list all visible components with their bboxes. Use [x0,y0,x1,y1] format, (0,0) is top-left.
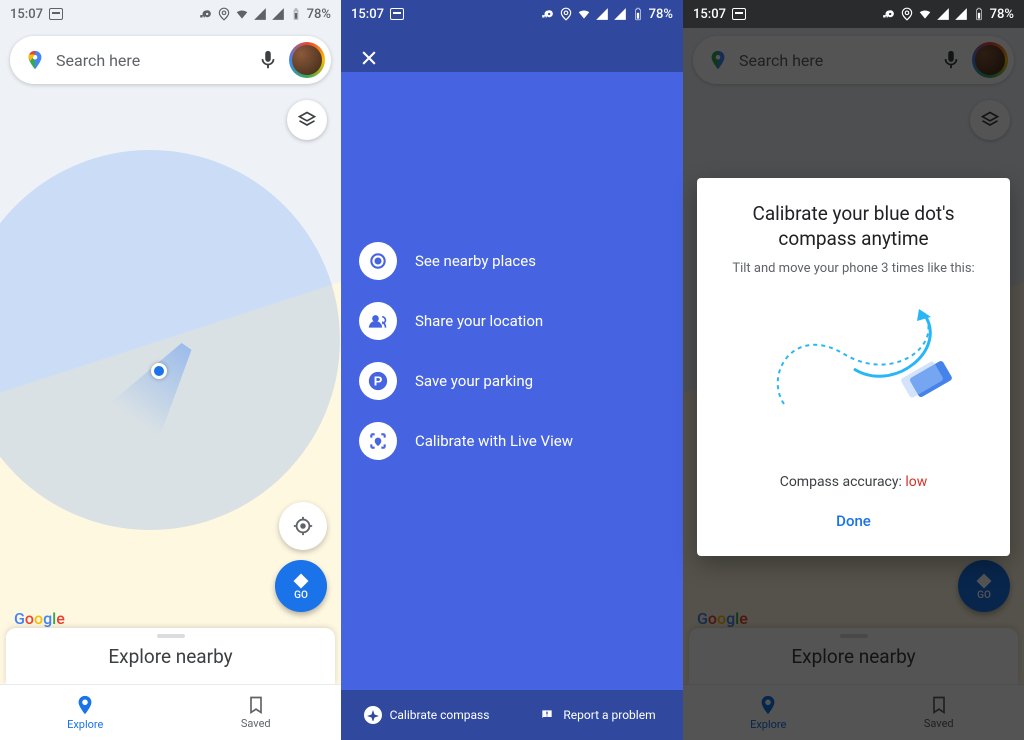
nav-explore[interactable]: Explore [0,685,171,740]
layers-icon [297,110,317,130]
crosshair-icon [292,515,314,537]
nav-saved-label: Saved [241,717,271,730]
signal-icon-2 [271,7,285,21]
compass-icon [364,706,382,724]
blue-dot[interactable] [151,363,167,379]
status-battery: 78% [649,7,673,22]
directions-icon [292,572,310,590]
menu-see-nearby[interactable]: See nearby places [359,242,665,280]
footer-calibrate-compass[interactable]: Calibrate compass [341,706,512,724]
location-icon [217,7,231,21]
wifi-icon [577,7,591,21]
go-directions-button[interactable]: GO [275,560,327,612]
nav-explore-label: Explore [67,718,103,731]
screen-calibrate-dialog: Search here GO Google Explore nearby Exp… [683,0,1024,740]
search-placeholder: Search here [56,51,257,70]
status-bar: 15:07 78% [0,0,341,28]
share-location-icon [359,302,397,340]
status-icons: 78% [199,7,331,22]
news-icon [390,8,404,20]
blue-dot-menu-list: See nearby places Share your location P … [341,242,683,482]
layers-button[interactable] [287,100,327,140]
signal-icon-2 [613,7,627,21]
menu-item-label: Save your parking [415,372,533,390]
accuracy-row: Compass accuracy: low [715,474,992,490]
status-bar: 15:07 78% [341,0,683,28]
battery-icon [631,7,645,21]
news-icon [732,8,746,20]
nearby-places-icon [359,242,397,280]
vpn-key-icon [199,7,213,21]
status-time: 15:07 [10,7,43,22]
parking-icon: P [359,362,397,400]
wifi-icon [235,7,249,21]
footer-label: Report a problem [563,708,655,722]
status-icons: 78% [541,7,673,22]
battery-icon [289,7,303,21]
footer-label: Calibrate compass [390,708,490,722]
my-location-button[interactable] [279,502,327,550]
calibrate-dialog: Calibrate your blue dot's compass anytim… [697,178,1010,556]
menu-item-label: Calibrate with Live View [415,432,573,450]
maps-logo-icon [24,49,46,71]
status-battery: 78% [990,7,1014,22]
signal-icon [253,7,267,21]
location-icon [559,7,573,21]
bottom-nav: Explore Saved [0,684,341,740]
menu-calibrate-live-view[interactable]: Calibrate with Live View [359,422,665,460]
status-battery: 78% [307,7,331,22]
feedback-icon [539,707,555,723]
accuracy-label: Compass accuracy: [780,474,906,490]
status-time: 15:07 [693,7,726,22]
footer-report-problem[interactable]: Report a problem [512,707,683,723]
explore-pin-icon [74,694,96,716]
explore-nearby-card[interactable]: Explore nearby [6,628,335,684]
menu-item-label: Share your location [415,312,543,330]
figure-eight-illustration [754,294,954,444]
news-icon [49,8,63,20]
mic-icon[interactable] [257,49,279,71]
dialog-subtitle: Tilt and move your phone 3 times like th… [715,261,992,276]
signal-icon-2 [954,7,968,21]
google-watermark: Google [14,609,65,628]
svg-text:P: P [374,374,383,389]
menu-item-label: See nearby places [415,252,536,270]
bookmark-icon [246,695,266,715]
explore-card-label: Explore nearby [108,645,232,668]
screen-blue-dot-menu: 15:07 78% See nearby places Share your [341,0,683,740]
live-view-icon [359,422,397,460]
nav-saved[interactable]: Saved [171,685,342,740]
status-bar: 15:07 78% [683,0,1024,28]
close-button[interactable] [359,48,379,68]
status-icons: 78% [882,7,1014,22]
menu-save-parking[interactable]: P Save your parking [359,362,665,400]
battery-icon [972,7,986,21]
status-time: 15:07 [351,7,384,22]
location-icon [900,7,914,21]
close-icon [359,48,379,68]
wifi-icon [918,7,932,21]
search-bar[interactable]: Search here [10,36,331,84]
signal-icon [595,7,609,21]
screen-map-main: 15:07 78% Search here GO Google Explore … [0,0,341,740]
menu-share-location[interactable]: Share your location [359,302,665,340]
menu-footer: Calibrate compass Report a problem [341,690,683,740]
signal-icon [936,7,950,21]
go-label: GO [294,590,308,601]
vpn-key-icon [882,7,896,21]
profile-avatar[interactable] [289,42,325,78]
dialog-title: Calibrate your blue dot's compass anytim… [715,202,992,251]
done-button[interactable]: Done [715,504,992,538]
vpn-key-icon [541,7,555,21]
accuracy-value: low [905,474,927,490]
